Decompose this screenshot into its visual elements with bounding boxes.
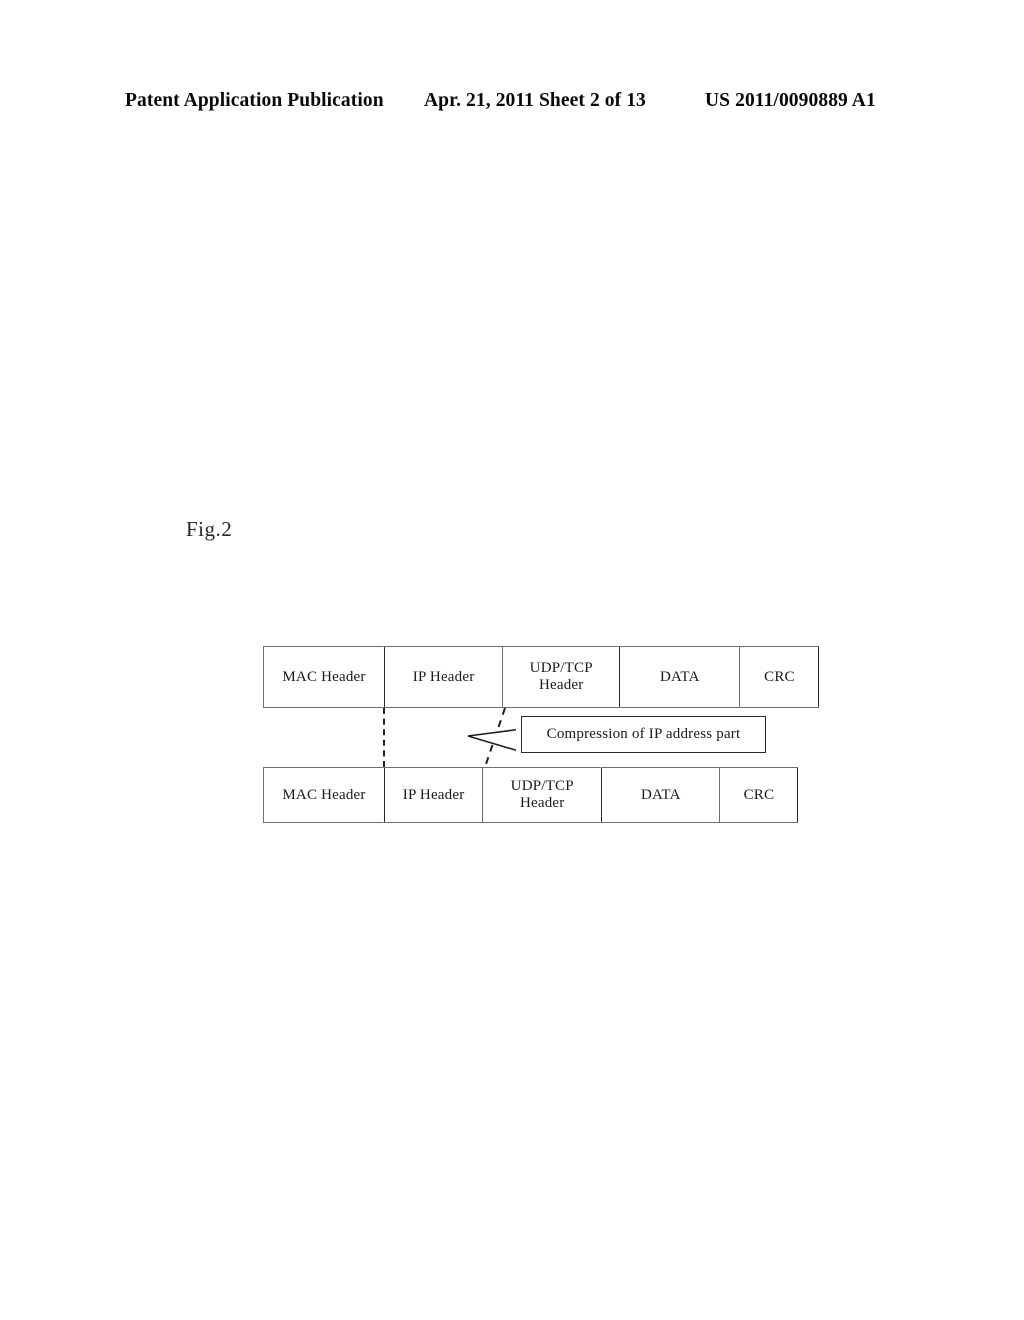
uncompressed-packet-row: MAC Header IP Header UDP/TCP Header DATA… [262, 645, 825, 709]
packet-field-label-multiline: UDP/TCP Header [528, 660, 595, 694]
packet-field-mac-header: MAC Header [262, 645, 386, 709]
packet-field-mac-header: MAC Header [262, 766, 386, 824]
packet-field-data: DATA [600, 766, 722, 824]
packet-field-label: MAC Header [282, 668, 366, 685]
packet-field-label: IP Header [402, 786, 465, 803]
slanted-dashed-line [484, 707, 506, 768]
packet-field-label: DATA [641, 786, 681, 803]
compressed-packet-row: MAC Header IP Header UDP/TCP Header DATA… [262, 766, 804, 824]
packet-field-ip-header: IP Header [383, 645, 504, 709]
packet-field-label-line1: UDP/TCP [529, 660, 593, 677]
packet-field-data: DATA [618, 645, 742, 709]
packet-field-label-line2: Header [519, 795, 565, 811]
packet-field-label-line1: UDP/TCP [510, 778, 574, 795]
figure-2: Fig.2 MAC Header IP Header UDP/TCP Heade… [0, 0, 1024, 1320]
connector-line-ip-boundary [484, 707, 506, 768]
packet-field-label-line2: Header [538, 677, 584, 693]
packet-field-label-multiline: UDP/TCP Header [509, 778, 576, 812]
packet-field-label: CRC [743, 786, 775, 803]
callout-tail-wedge [467, 728, 523, 754]
packet-field-crc: CRC [739, 645, 820, 709]
callout-box: Compression of IP address part [521, 716, 766, 753]
callout-pointer-tail [467, 727, 526, 754]
packet-field-crc: CRC [719, 766, 799, 824]
packet-field-label: CRC [764, 668, 795, 685]
packet-field-udp-tcp-header: UDP/TCP Header [481, 766, 603, 824]
packet-field-ip-header-compressed: IP Header [383, 766, 484, 824]
connector-line-mac-boundary [383, 708, 385, 767]
callout-label: Compression of IP address part [546, 726, 741, 742]
figure-label: Fig.2 [186, 517, 233, 541]
packet-field-label: IP Header [412, 668, 475, 685]
packet-field-label: MAC Header [282, 786, 366, 803]
packet-field-udp-tcp-header: UDP/TCP Header [501, 645, 621, 709]
packet-field-label: DATA [660, 668, 700, 685]
